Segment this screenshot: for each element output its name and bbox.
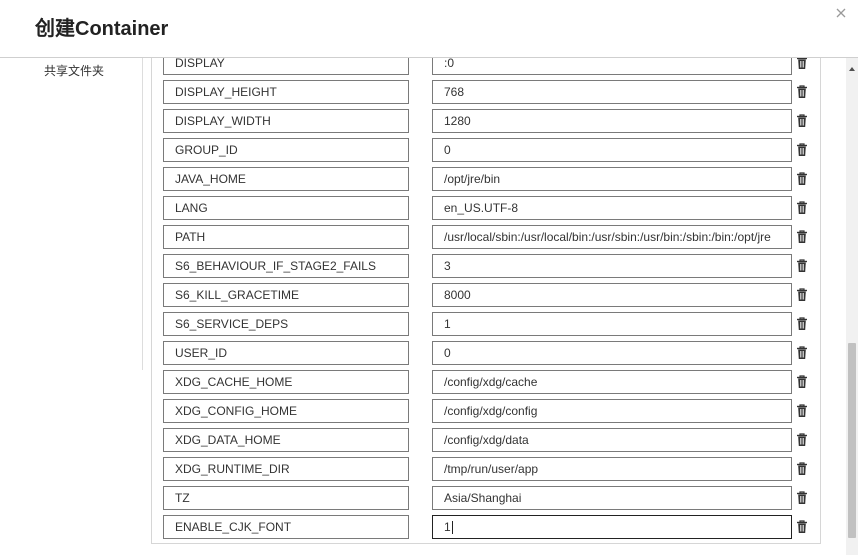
env-var-value-field[interactable]: /config/xdg/config <box>432 399 792 423</box>
env-var-value-field[interactable]: 0 <box>432 341 792 365</box>
env-var-row: XDG_DATA_HOME/config/xdg/data <box>152 428 820 453</box>
trash-icon[interactable] <box>796 114 808 128</box>
trash-icon[interactable] <box>796 433 808 447</box>
env-var-row: TZ Asia/Shanghai <box>152 486 820 511</box>
env-var-key-field[interactable]: XDG_CACHE_HOME <box>163 370 409 394</box>
env-var-value-text: 1 <box>444 520 451 534</box>
env-var-value-field[interactable]: /usr/local/sbin:/usr/local/bin:/usr/sbin… <box>432 225 792 249</box>
trash-icon[interactable] <box>796 172 808 186</box>
env-var-key-field[interactable]: S6_BEHAVIOUR_IF_STAGE2_FAILS <box>163 254 409 278</box>
env-variables-panel: DISPLAY :0 DISPLAY_HEIGHT 768 DISPLAY_WIDTH 1… <box>151 58 821 544</box>
trash-icon[interactable] <box>796 375 808 389</box>
env-var-value-text: en_US.UTF-8 <box>444 201 519 215</box>
env-var-value-text: 1 <box>444 317 451 331</box>
env-var-row: ENABLE_CJK_FONT 1 <box>152 515 820 540</box>
env-var-value-text: :0 <box>444 58 455 70</box>
env-var-row: S6_KILL_GRACETIME 8000 <box>152 283 820 308</box>
env-var-key-field[interactable]: XDG_RUNTIME_DIR <box>163 457 409 481</box>
env-var-value-field[interactable]: 3 <box>432 254 792 278</box>
env-var-value-field[interactable]: /tmp/run/user/app <box>432 457 792 481</box>
trash-icon[interactable] <box>796 230 808 244</box>
env-var-key-field[interactable]: ENABLE_CJK_FONT <box>163 515 409 539</box>
env-var-row: LANG en_US.UTF-8 <box>152 196 820 221</box>
env-var-row: XDG_CACHE_HOME/config/xdg/cache <box>152 370 820 395</box>
env-var-key-field[interactable]: JAVA_HOME <box>163 167 409 191</box>
env-var-value-text: 0 <box>444 143 451 157</box>
sidebar-item-shared-folders[interactable]: 共享文件夹 <box>44 63 104 79</box>
trash-icon[interactable] <box>796 404 808 418</box>
env-var-value-field[interactable]: 8000 <box>432 283 792 307</box>
env-var-key-field[interactable]: XDG_DATA_HOME <box>163 428 409 452</box>
env-var-value-field[interactable]: 1 <box>432 312 792 336</box>
env-var-row: XDG_CONFIG_HOME/config/xdg/config <box>152 399 820 424</box>
trash-icon[interactable] <box>796 288 808 302</box>
env-var-row: XDG_RUNTIME_DIR/tmp/run/user/app <box>152 457 820 482</box>
trash-icon[interactable] <box>796 462 808 476</box>
dialog-title: 创建Container <box>35 18 169 40</box>
create-container-dialog: 创建Container 共享文件夹 DISPLAY :0 DISPLAY_HEIGH… <box>0 0 858 555</box>
env-var-value-text: 8000 <box>444 288 471 302</box>
scrollbar-thumb[interactable] <box>848 343 856 538</box>
env-var-key-field[interactable]: S6_KILL_GRACETIME <box>163 283 409 307</box>
env-var-key-field[interactable]: DISPLAY_HEIGHT <box>163 80 409 104</box>
trash-icon[interactable] <box>796 143 808 157</box>
text-cursor <box>451 521 453 535</box>
env-var-key-field[interactable]: DISPLAY <box>163 58 409 75</box>
env-var-key-field[interactable]: S6_SERVICE_DEPS <box>163 312 409 336</box>
env-var-value-field[interactable]: 1280 <box>432 109 792 133</box>
env-var-value-text: /usr/local/sbin:/usr/local/bin:/usr/sbin… <box>444 230 771 244</box>
trash-icon[interactable] <box>796 201 808 215</box>
env-var-key-field[interactable]: XDG_CONFIG_HOME <box>163 399 409 423</box>
sidebar: 共享文件夹 <box>0 58 143 370</box>
env-var-value-field[interactable]: en_US.UTF-8 <box>432 196 792 220</box>
chevron-up-icon[interactable] <box>848 60 856 71</box>
env-var-value-text: /config/xdg/cache <box>444 375 538 389</box>
env-var-key-field[interactable]: DISPLAY_WIDTH <box>163 109 409 133</box>
env-var-key-field[interactable]: LANG <box>163 196 409 220</box>
env-var-row: S6_SERVICE_DEPS 1 <box>152 312 820 337</box>
env-var-value-field[interactable]: 0 <box>432 138 792 162</box>
env-var-row: S6_BEHAVIOUR_IF_STAGE2_FAILS 3 <box>152 254 820 279</box>
env-var-value-field[interactable]: /opt/jre/bin <box>432 167 792 191</box>
env-var-key-field[interactable]: PATH <box>163 225 409 249</box>
env-var-value-text: 3 <box>444 259 451 273</box>
trash-icon[interactable] <box>796 346 808 360</box>
trash-icon[interactable] <box>796 85 808 99</box>
env-var-value-field[interactable]: Asia/Shanghai <box>432 486 792 510</box>
env-var-value-text: 1280 <box>444 114 471 128</box>
env-var-value-text: /tmp/run/user/app <box>444 462 539 476</box>
env-var-value-field[interactable]: 768 <box>432 80 792 104</box>
close-icon[interactable] <box>834 6 850 22</box>
env-var-row: GROUP_ID 0 <box>152 138 820 163</box>
env-var-value-text: /config/xdg/data <box>444 433 529 447</box>
env-var-value-text: /config/xdg/config <box>444 404 538 418</box>
trash-icon[interactable] <box>796 520 808 534</box>
trash-icon[interactable] <box>796 58 808 70</box>
trash-icon[interactable] <box>796 259 808 273</box>
env-var-row: JAVA_HOME/opt/jre/bin <box>152 167 820 192</box>
env-var-key-field[interactable]: TZ <box>163 486 409 510</box>
env-var-key-field[interactable]: USER_ID <box>163 341 409 365</box>
env-var-value-text: Asia/Shanghai <box>444 491 522 505</box>
trash-icon[interactable] <box>796 317 808 331</box>
env-var-row: DISPLAY_WIDTH 1280 <box>152 109 820 134</box>
env-var-value-field[interactable]: 1 <box>432 515 792 539</box>
scrollbar[interactable] <box>846 58 858 555</box>
env-var-row: DISPLAY :0 <box>152 58 820 76</box>
env-var-value-field[interactable]: /config/xdg/data <box>432 428 792 452</box>
env-var-value-field[interactable]: :0 <box>432 58 792 75</box>
env-var-row: USER_ID 0 <box>152 341 820 366</box>
env-var-value-text: 768 <box>444 85 465 99</box>
env-var-value-text: 0 <box>444 346 451 360</box>
env-var-row: DISPLAY_HEIGHT 768 <box>152 80 820 105</box>
trash-icon[interactable] <box>796 491 808 505</box>
env-var-key-field[interactable]: GROUP_ID <box>163 138 409 162</box>
env-var-value-field[interactable]: /config/xdg/cache <box>432 370 792 394</box>
env-var-value-text: /opt/jre/bin <box>444 172 501 186</box>
dialog-header: 创建Container <box>0 0 858 58</box>
env-var-row: PATH/usr/local/sbin:/usr/local/bin:/usr/… <box>152 225 820 250</box>
